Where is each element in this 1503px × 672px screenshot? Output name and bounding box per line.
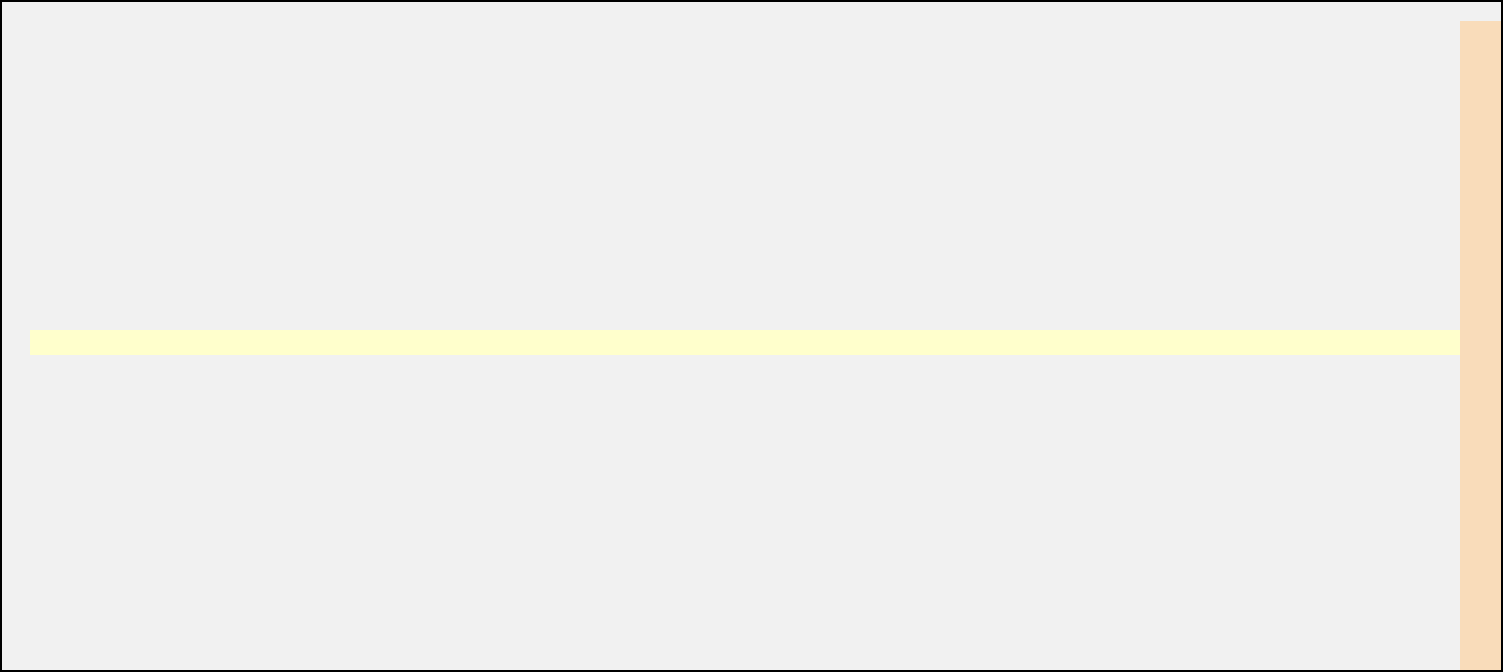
time-axis [30,330,1460,355]
frequency-scale [1460,21,1501,670]
rcp-spectrogram [30,28,1460,330]
spectrograph-display [0,0,1503,672]
lcp-spectrogram [30,355,1460,657]
